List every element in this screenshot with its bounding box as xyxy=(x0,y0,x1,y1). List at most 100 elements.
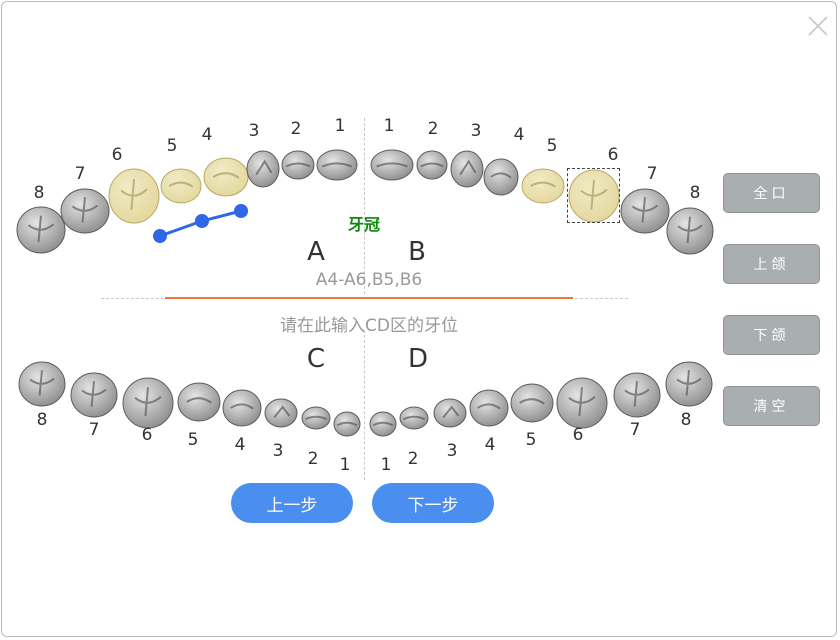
tooth-d6[interactable] xyxy=(556,377,608,429)
tooth-number-c8: 8 xyxy=(36,410,48,430)
tooth-number-a2: 2 xyxy=(290,119,302,139)
tooth-icon xyxy=(203,157,249,197)
tooth-a8[interactable] xyxy=(16,206,66,254)
tooth-c5[interactable] xyxy=(177,382,221,422)
tooth-b3[interactable] xyxy=(450,150,484,188)
tooth-icon xyxy=(556,377,608,429)
tooth-b1[interactable] xyxy=(370,149,414,181)
tooth-number-a8: 8 xyxy=(33,183,45,203)
tooth-icon xyxy=(433,398,467,428)
tooth-number-d7: 7 xyxy=(629,420,641,440)
tooth-icon xyxy=(246,150,280,188)
tooth-icon xyxy=(370,149,414,181)
tooth-icon xyxy=(469,389,509,427)
tooth-b2[interactable] xyxy=(416,150,448,180)
tooth-number-b4: 4 xyxy=(513,125,525,145)
tooth-d5[interactable] xyxy=(510,383,554,423)
tooth-a7[interactable] xyxy=(60,188,110,234)
tooth-d7[interactable] xyxy=(613,372,661,418)
tooth-number-c6: 6 xyxy=(141,425,153,445)
midline-lower xyxy=(364,330,365,480)
tooth-number-d3: 3 xyxy=(446,441,458,461)
tooth-d1[interactable] xyxy=(369,411,397,437)
tooth-icon xyxy=(281,150,315,180)
tooth-number-a1: 1 xyxy=(334,116,346,136)
tooth-number-d1: 1 xyxy=(380,455,392,475)
tooth-b8[interactable] xyxy=(666,207,714,255)
tooth-number-c3: 3 xyxy=(272,441,284,461)
tooth-icon xyxy=(369,411,397,437)
tooth-number-a6: 6 xyxy=(111,145,123,165)
tooth-a4[interactable] xyxy=(203,157,249,197)
tooth-a3[interactable] xyxy=(246,150,280,188)
tooth-number-b5: 5 xyxy=(546,136,558,156)
tooth-number-a7: 7 xyxy=(74,164,86,184)
clear-button[interactable]: 清空 xyxy=(723,386,820,426)
tooth-b6[interactable] xyxy=(568,169,620,223)
tooth-number-d6: 6 xyxy=(572,425,584,445)
bridge-connector-icon[interactable] xyxy=(150,202,250,248)
tooth-c8[interactable] xyxy=(18,361,66,407)
tooth-a5[interactable] xyxy=(160,168,202,204)
tooth-icon xyxy=(521,168,565,204)
tooth-d3[interactable] xyxy=(433,398,467,428)
upper-jaw-button[interactable]: 上颌 xyxy=(723,244,820,284)
quadrant-label-d: D xyxy=(407,344,429,374)
restoration-type-label: 牙冠 xyxy=(347,215,381,234)
tooth-icon xyxy=(450,150,484,188)
tooth-icon xyxy=(316,149,358,181)
tooth-number-c2: 2 xyxy=(307,449,319,469)
tooth-b5[interactable] xyxy=(521,168,565,204)
cd-position-input-hint[interactable]: 请在此输入CD区的牙位 xyxy=(280,311,458,336)
tooth-c1[interactable] xyxy=(333,411,361,437)
tooth-c7[interactable] xyxy=(70,372,118,418)
tooth-icon xyxy=(613,372,661,418)
tooth-number-b2: 2 xyxy=(427,119,439,139)
tooth-number-b1: 1 xyxy=(383,116,395,136)
tooth-c3[interactable] xyxy=(264,398,298,428)
tooth-number-b7: 7 xyxy=(646,164,658,184)
tooth-icon xyxy=(160,168,202,204)
lower-jaw-button[interactable]: 下颌 xyxy=(723,315,820,355)
tooth-number-d2: 2 xyxy=(407,449,419,469)
tooth-d4[interactable] xyxy=(469,389,509,427)
tooth-c4[interactable] xyxy=(222,389,262,427)
tooth-number-c4: 4 xyxy=(234,435,246,455)
tooth-c6[interactable] xyxy=(122,377,174,429)
tooth-b4[interactable] xyxy=(483,158,519,196)
quadrant-label-b: B xyxy=(408,237,426,267)
tooth-icon xyxy=(264,398,298,428)
tooth-number-b3: 3 xyxy=(470,121,482,141)
tooth-icon xyxy=(483,158,519,196)
tooth-icon xyxy=(568,169,620,223)
tooth-icon xyxy=(333,411,361,437)
midline-upper xyxy=(364,118,365,294)
tooth-a1[interactable] xyxy=(316,149,358,181)
tooth-icon xyxy=(665,361,713,407)
tooth-b7[interactable] xyxy=(620,188,670,234)
input-underline xyxy=(165,297,573,299)
close-icon[interactable] xyxy=(806,14,830,38)
selected-teeth-summary: A4-A6,B5,B6 xyxy=(315,270,423,290)
tooth-icon xyxy=(399,406,429,430)
tooth-number-c7: 7 xyxy=(88,420,100,440)
tooth-d2[interactable] xyxy=(399,406,429,430)
tooth-number-a4: 4 xyxy=(201,125,213,145)
tooth-c2[interactable] xyxy=(301,406,331,430)
tooth-icon xyxy=(301,406,331,430)
tooth-number-d4: 4 xyxy=(484,435,496,455)
tooth-number-d5: 5 xyxy=(525,430,537,450)
tooth-icon xyxy=(620,188,670,234)
quadrant-label-a: A xyxy=(307,237,325,267)
tooth-number-a3: 3 xyxy=(248,121,260,141)
tooth-d8[interactable] xyxy=(665,361,713,407)
tooth-icon xyxy=(16,206,66,254)
previous-step-button[interactable]: 上一步 xyxy=(231,483,353,523)
tooth-icon xyxy=(70,372,118,418)
full-mouth-button[interactable]: 全口 xyxy=(723,173,820,213)
tooth-icon xyxy=(416,150,448,180)
tooth-number-c1: 1 xyxy=(339,455,351,475)
tooth-number-a5: 5 xyxy=(166,136,178,156)
tooth-a2[interactable] xyxy=(281,150,315,180)
next-step-button[interactable]: 下一步 xyxy=(372,483,494,523)
